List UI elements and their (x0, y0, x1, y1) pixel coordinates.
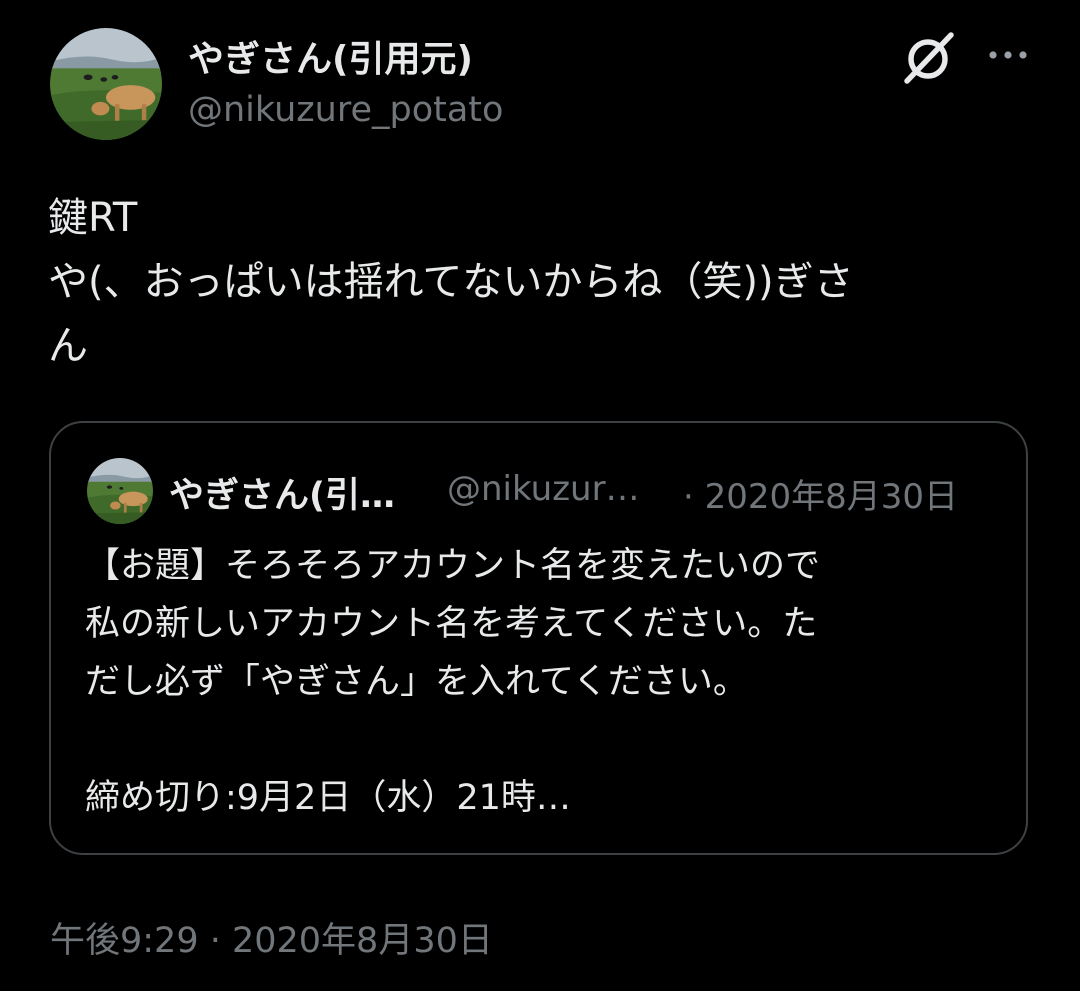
quoted-body-line: 私の新しいアカウント名を考えてください。た (85, 604, 818, 644)
cow-in-pasture-avatar (87, 458, 153, 524)
cow-in-pasture-avatar (50, 28, 162, 140)
author-display-name[interactable]: やぎさん(引用元) (188, 30, 473, 82)
quoted-body-line: 締め切り:9月2日（水）21時… (85, 778, 571, 818)
quoted-body-line (85, 711, 1005, 769)
more-dots-icon[interactable] (986, 40, 1030, 70)
quoted-author-avatar (87, 458, 153, 524)
tweet-detail-page: やぎさん(引用元) @nikuzure_potato 鍵RT や(、おっぱいは揺… (0, 0, 1080, 991)
author-avatar[interactable] (50, 28, 162, 140)
tweet-timestamp[interactable]: 午後9:29 · 2020年8月30日 (50, 912, 493, 963)
tweet-text-line: や(、おっぱいは揺れてないからね（笑))ぎさ (48, 259, 854, 305)
quoted-author-name: やぎさん(引… (169, 476, 395, 516)
author-handle[interactable]: @nikuzure_potato (188, 90, 503, 130)
tweet-text-line: 鍵RT (48, 195, 138, 241)
tweet-text: 鍵RT や(、おっぱいは揺れてないからね（笑))ぎさ ん (48, 186, 1038, 378)
no-sign-icon[interactable] (898, 30, 958, 86)
quoted-body-line: 【お題】そろそろアカウント名を変えたいので (85, 546, 821, 586)
quoted-tweet-date: · 2020年8月30日 (683, 477, 959, 517)
quoted-tweet-body: 【お題】そろそろアカウント名を変えたいので 私の新しいアカウント名を考えてくださ… (85, 537, 1005, 827)
quoted-tweet-card[interactable]: やぎさん(引… @nikuzur… · 2020年8月30日 【お題】そろそろア… (49, 421, 1028, 855)
quoted-body-line: だし必ず「やぎさん」を入れてください。 (85, 662, 748, 702)
tweet-text-line: ん (48, 323, 88, 369)
quoted-author-handle: @nikuzur… (447, 469, 640, 509)
